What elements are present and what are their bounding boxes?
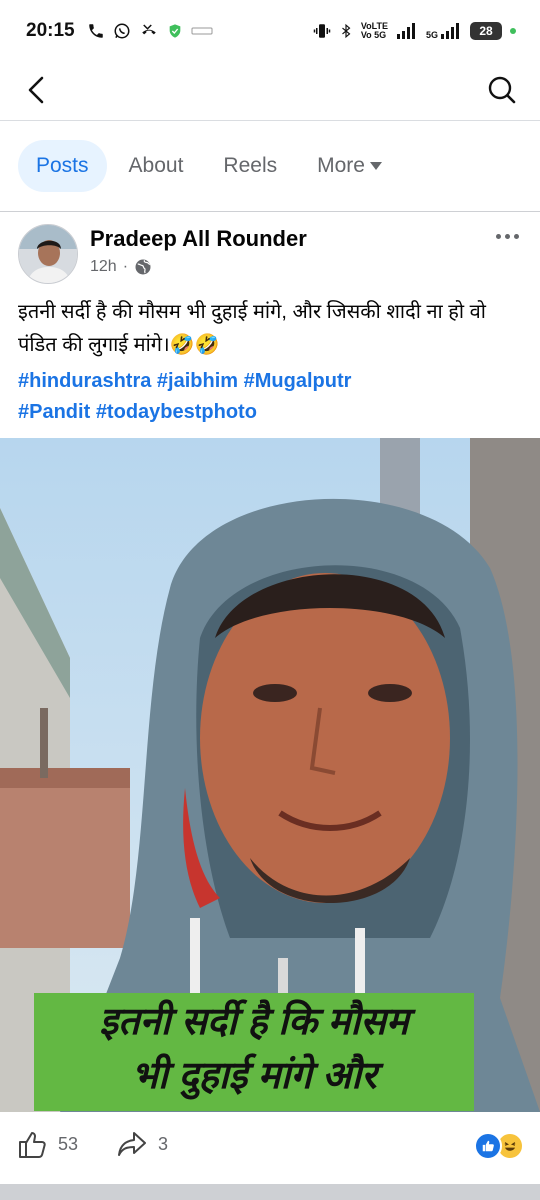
share-arrow-icon [118,1132,146,1156]
search-icon [488,76,516,104]
shield-icon [169,24,180,38]
post-meta: 12h · [90,258,152,276]
network-5g-label: 5G [425,30,438,40]
tab-reels-label: Reels [223,154,278,177]
hashtag-link[interactable]: #Pandit [18,401,90,423]
meta-separator: · [122,258,129,275]
like-button[interactable]: 53 [16,1128,78,1160]
app-notification-icon [191,27,213,35]
caret-down-icon [369,162,382,170]
hashtag-link[interactable]: #Mugalputr [244,370,352,392]
tab-reels[interactable]: Reels [205,140,295,192]
share-button[interactable]: 3 [116,1128,168,1160]
post-footer: 53 3 [0,1112,540,1184]
search-button[interactable] [484,72,520,108]
tab-posts-label: Posts [36,154,89,177]
photo-caption-text: इतनी सर्दी है कि मौसम भी दुहाई मांगे और [34,995,474,1103]
share-count: 3 [158,1133,169,1154]
dot-icon [495,233,501,239]
top-navigation-bar [0,62,540,120]
post-header: Pradeep All Rounder 12h · [0,212,540,292]
tab-posts[interactable]: Posts [18,140,107,192]
privacy-indicator-dot [510,28,516,34]
tab-about[interactable]: About [111,140,202,192]
status-notification-icons [87,22,213,40]
post-options-button[interactable] [490,226,524,246]
reaction-summary[interactable] [474,1132,524,1160]
globe-icon [135,259,151,275]
network-type-label: VoLTE Vo 5G [361,22,388,40]
status-right-icons: VoLTE Vo 5G 5G 28 [313,22,516,40]
phone-icon [88,24,103,38]
profile-tabs: Posts About Reels More [0,121,540,211]
avatar[interactable] [18,224,78,284]
battery-indicator: 28 [470,22,502,40]
status-time: 20:15 [26,20,75,41]
avatar-image [19,225,77,283]
back-button[interactable] [18,72,54,108]
signal-strength-icon [396,23,415,39]
post-timestamp[interactable]: 12h [90,258,117,276]
photo-caption-line-1: इतनी सर्दी है कि मौसम [99,1001,409,1043]
post-hashtags: #hindurashtra #jaibhim #Mugalputr #Pandi… [18,366,522,428]
hashtag-link[interactable]: #hindurashtra [18,370,151,392]
thumbs-up-icon [19,1132,46,1158]
photo-caption-line-2: भी दुहाई मांगे और [131,1055,377,1097]
hashtag-link[interactable]: #jaibhim [157,370,238,392]
post-author-name[interactable]: Pradeep All Rounder [90,226,307,252]
tab-more[interactable]: More [299,140,401,192]
network-vo5g-label: Vo 5G [360,30,387,40]
like-count: 53 [58,1133,79,1154]
vibrate-icon [313,24,331,38]
hashtag-link[interactable]: #todaybestphoto [96,401,257,423]
like-reaction-icon [474,1132,502,1160]
post-text: इतनी सर्दी है की मौसम भी दुहाई मांगे, और… [18,301,486,356]
signal-5g-group: 5G [426,22,462,40]
missed-call-icon [141,24,156,35]
dot-icon [513,233,519,239]
signal-strength-5g-icon [441,23,459,39]
tab-more-label: More [317,154,365,177]
bluetooth-icon [341,23,351,39]
tab-about-label: About [128,154,184,177]
chevron-left-icon [28,76,44,104]
whatsapp-icon [114,23,130,39]
feed-separator [0,1184,540,1200]
dot-icon [504,233,510,239]
status-bar: 20:15 VoLTE Vo 5G 5G 28 [0,0,540,62]
